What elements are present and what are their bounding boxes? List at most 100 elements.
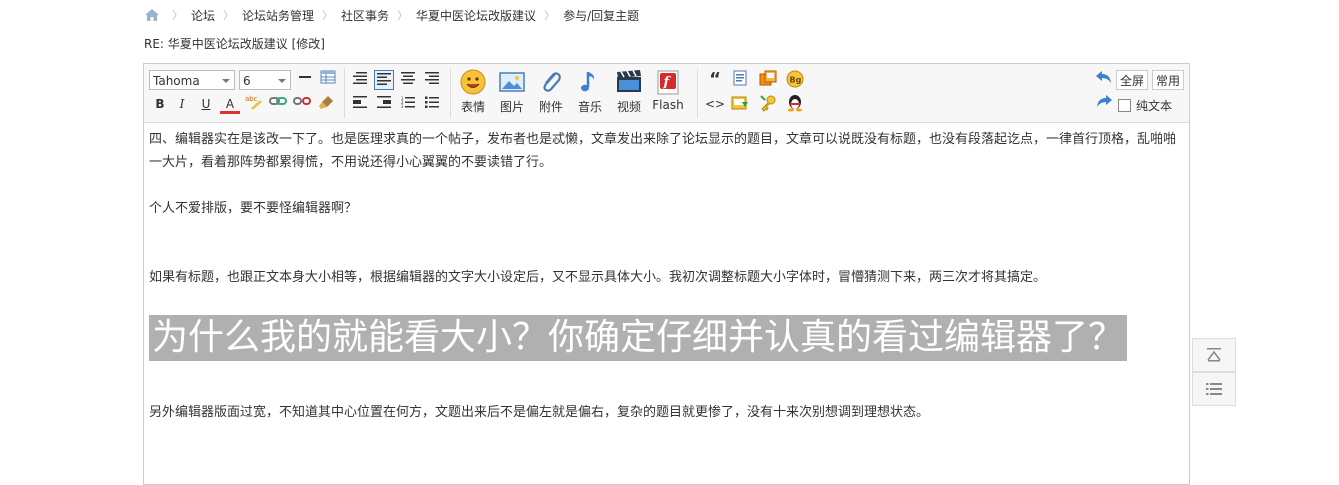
- unordered-list-button[interactable]: [422, 94, 442, 114]
- link-icon: [269, 97, 287, 105]
- toolbar-divider: [697, 68, 698, 118]
- image-icon: [499, 72, 525, 92]
- content-heading: 为什么我的就能看大小？你确定仔细并认真的看过编辑器了？: [149, 315, 1128, 361]
- chevron-right-icon: 〉: [172, 9, 183, 22]
- bg-icon: Bg: [786, 70, 804, 88]
- video-button[interactable]: 视频: [611, 68, 647, 115]
- fullscreen-button[interactable]: 全屏: [1116, 70, 1149, 90]
- download-button[interactable]: [730, 94, 750, 114]
- key-button[interactable]: [758, 94, 778, 114]
- plain-text-toggle[interactable]: 纯文本: [1118, 97, 1172, 114]
- home-icon[interactable]: [144, 8, 160, 22]
- redo-button[interactable]: [1094, 94, 1114, 114]
- outdent-icon: [353, 96, 367, 108]
- unlink-button[interactable]: [292, 94, 312, 114]
- svg-text:Bg: Bg: [790, 76, 802, 85]
- align-right-icon: [425, 72, 439, 84]
- background-button[interactable]: Bg: [785, 70, 805, 90]
- indent-icon: [377, 96, 391, 108]
- back-to-top-button[interactable]: [1192, 338, 1236, 372]
- align-right-button[interactable]: [422, 70, 442, 90]
- align-center-button[interactable]: [398, 70, 418, 90]
- editor-content[interactable]: 四、编辑器实在是该改一下了。也是医理求真的一个帖子，发布者也是忒懒，文章发出来除…: [149, 128, 1179, 424]
- plain-text-checkbox[interactable]: [1118, 99, 1131, 112]
- smiley-icon: [460, 69, 486, 95]
- emoticon-label: 表情: [460, 100, 485, 114]
- breadcrumb-link-community[interactable]: 社区事务: [341, 7, 389, 24]
- clear-format-button[interactable]: [316, 94, 336, 114]
- align-justify-icon: [377, 73, 391, 85]
- emoticon-button[interactable]: 表情: [455, 68, 491, 115]
- indent-button[interactable]: [374, 94, 394, 114]
- list-icon: [1206, 383, 1222, 395]
- ordered-list-button[interactable]: 123: [398, 94, 418, 114]
- font-family-value: Tahoma: [153, 74, 200, 88]
- content-paragraph: 如果有标题，也跟正文本身大小相等，根据编辑器的文字大小设定后，又不显示具体大小。…: [149, 270, 1047, 285]
- image-button[interactable]: 图片: [494, 68, 530, 115]
- font-size-value: 6: [243, 74, 251, 88]
- toolbar-divider: [450, 68, 451, 118]
- page-subtitle: RE: 华夏中医论坛改版建议 [修改]: [144, 37, 325, 51]
- horizontal-rule-button[interactable]: [295, 70, 315, 90]
- flash-button[interactable]: f Flash: [650, 68, 686, 112]
- italic-button[interactable]: I: [172, 94, 192, 114]
- music-label: 音乐: [577, 100, 602, 114]
- unlink-icon: [293, 97, 311, 105]
- chevron-down-icon: [278, 79, 286, 83]
- bold-button[interactable]: B: [150, 94, 170, 114]
- ordered-list-icon: 123: [401, 96, 415, 109]
- music-button[interactable]: 音乐: [572, 68, 608, 115]
- qq-button[interactable]: [785, 94, 805, 114]
- flash-icon: f: [657, 70, 679, 95]
- code-button[interactable]: <>: [705, 94, 725, 114]
- toolbar-divider: [344, 68, 345, 118]
- image-label: 图片: [499, 100, 524, 114]
- breadcrumb-link-forum[interactable]: 论坛: [191, 7, 215, 24]
- copy-icon: [759, 70, 777, 86]
- link-button[interactable]: [268, 94, 288, 114]
- film-icon: [617, 70, 641, 92]
- highlight-icon: abc: [245, 95, 262, 110]
- chevron-right-icon: 〉: [223, 9, 235, 22]
- music-note-icon: [581, 72, 595, 92]
- font-size-select[interactable]: 6: [239, 70, 291, 90]
- align-justify-button[interactable]: [374, 70, 394, 90]
- unordered-list-icon: [425, 96, 439, 108]
- chevron-right-icon: 〉: [322, 9, 334, 22]
- font-family-select[interactable]: Tahoma: [149, 70, 235, 90]
- undo-button[interactable]: [1094, 70, 1114, 90]
- font-color-button[interactable]: A: [220, 94, 240, 114]
- document-icon: [733, 70, 747, 86]
- content-paragraph: 四、编辑器实在是该改一下了。也是医理求真的一个帖子，发布者也是忒懒，文章发出来除…: [149, 132, 1177, 170]
- flash-label: Flash: [652, 98, 684, 112]
- table-icon: [320, 70, 336, 84]
- copy-button[interactable]: [758, 70, 778, 90]
- quote-button[interactable]: “: [705, 70, 725, 90]
- key-icon: [760, 95, 776, 112]
- underline-button[interactable]: U: [196, 94, 216, 114]
- breadcrumb-link-thread[interactable]: 华夏中医论坛改版建议: [416, 7, 536, 24]
- redo-icon: [1097, 95, 1112, 107]
- highlight-button[interactable]: abc: [244, 94, 264, 114]
- svg-text:abc: abc: [245, 95, 258, 103]
- list-view-button[interactable]: [1192, 372, 1236, 406]
- align-center-icon: [401, 72, 415, 84]
- attachment-button[interactable]: 附件: [533, 68, 569, 115]
- undo-icon: [1096, 71, 1111, 83]
- paperclip-icon: [543, 72, 561, 92]
- rich-text-editor: Tahoma 6 B I U A abc 1 2 3 表情 图片 附件 音乐 视…: [143, 63, 1190, 485]
- common-mode-button[interactable]: 常用: [1152, 70, 1185, 90]
- document-button[interactable]: [730, 70, 750, 90]
- table-button[interactable]: [318, 70, 338, 90]
- breadcrumb-link-admin[interactable]: 论坛站务管理: [242, 7, 314, 24]
- align-left-button[interactable]: [350, 70, 370, 90]
- content-paragraph: 另外编辑器版面过宽，不知道其中心位置在何方，文题出来后不是偏左就是偏右，复杂的题…: [149, 405, 930, 420]
- chevron-down-icon: [222, 79, 230, 83]
- brush-icon: [319, 96, 333, 109]
- outdent-button[interactable]: [350, 94, 370, 114]
- attachment-label: 附件: [538, 100, 563, 114]
- arrow-up-icon: [1207, 348, 1221, 362]
- video-label: 视频: [616, 100, 641, 114]
- plain-text-label: 纯文本: [1136, 99, 1173, 113]
- breadcrumb-current: 参与/回复主题: [563, 8, 640, 23]
